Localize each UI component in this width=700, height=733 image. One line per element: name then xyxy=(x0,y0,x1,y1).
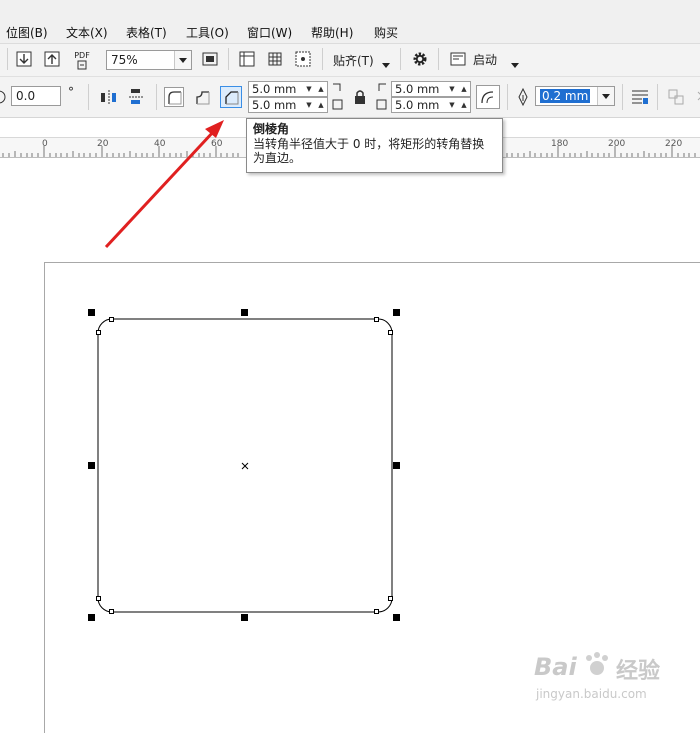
baidu-watermark: Bai 经验 jingyan.baidu.com xyxy=(528,645,698,715)
paw-logo-icon xyxy=(586,652,608,675)
tooltip-description-line2: 为直边。 xyxy=(253,151,302,165)
tooltip-description-line1: 当转角半径值大于 0 时，将矩形的转角替换 xyxy=(253,137,485,151)
annotation-arrow-icon xyxy=(104,120,224,249)
watermark-url: jingyan.baidu.com xyxy=(536,687,647,701)
chamfer-tooltip: 倒棱角 当转角半径值大于 0 时，将矩形的转角替换 为直边。 xyxy=(246,118,503,173)
watermark-brand: Bai xyxy=(534,653,577,681)
tooltip-title: 倒棱角 xyxy=(253,122,290,136)
watermark-jingyan: 经验 xyxy=(616,659,661,684)
